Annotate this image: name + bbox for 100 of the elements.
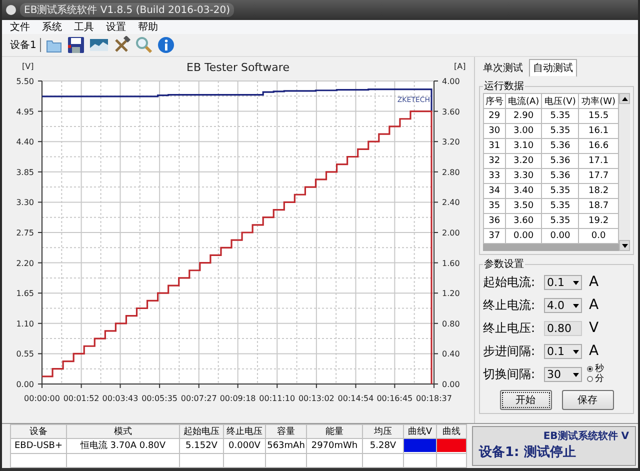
y-tick-label: 2.20 (16, 258, 34, 268)
tab[interactable]: 单次测试 (479, 59, 527, 77)
y-axis-label: [V] (22, 62, 34, 71)
x-tick-label: 00:05:35 (142, 394, 178, 403)
y-tick-label: 3.85 (16, 168, 34, 177)
table-cell: 34 (484, 184, 506, 198)
save-icon[interactable] (67, 36, 86, 54)
y2-tick-label: 2.80 (442, 168, 460, 177)
y2-tick-label: 2.40 (442, 198, 460, 208)
y2-tick-label: 0.00 (442, 380, 460, 389)
y2-tick-label: 4.00 (442, 77, 460, 86)
menu-item[interactable]: 文件 (10, 20, 30, 34)
menu-item[interactable]: 帮助 (138, 20, 158, 34)
table-cell: 29 (484, 108, 506, 124)
dropdown[interactable]: 0.1 (544, 274, 582, 290)
table-cell: 33 (484, 168, 506, 184)
table-cell: 37 (484, 228, 506, 244)
caret-icon (573, 280, 579, 284)
table-cell: 5.36 (542, 168, 579, 184)
table-cell: 5.152V (180, 438, 224, 453)
table-cell: 2970mWh (306, 438, 362, 453)
app-icon (6, 5, 16, 15)
column-header: 曲线V (404, 424, 436, 438)
y2-axis-label: [A] (454, 62, 466, 71)
start-button[interactable]: 开始 (500, 390, 552, 410)
table-cell: 3.60 (505, 214, 542, 228)
caret-icon (573, 372, 579, 376)
status-app-name: EB测试系统软件 V (543, 430, 629, 443)
table-cell: EBD-USB+ (10, 438, 66, 453)
column-header: 终止电压 (224, 424, 266, 438)
y-tick-label: 3.30 (16, 198, 34, 208)
unit-label: A (589, 274, 599, 290)
table-cell: 3.00 (505, 124, 542, 138)
unit-label: A (589, 297, 599, 313)
table-cell: 31 (484, 138, 506, 154)
table-cell: 5.35 (542, 214, 579, 228)
unit-label: A (589, 343, 599, 359)
field-label: 步进间隔: (483, 342, 536, 360)
y2-tick-label: 0.80 (442, 319, 460, 328)
y2-tick-label: 0.40 (442, 350, 460, 359)
x-tick-label: 00:03:43 (102, 394, 138, 403)
table-cell: 3.30 (505, 168, 542, 184)
caret-icon (573, 350, 579, 354)
x-tick-label: 00:14:54 (338, 394, 374, 403)
y-tick-label: 4.40 (16, 138, 34, 147)
table-cell: 2.90 (505, 108, 542, 124)
caret-icon (573, 304, 579, 308)
column-header: 电流(A) (505, 94, 542, 108)
table-cell: 35 (484, 198, 506, 214)
table-cell: 5.36 (542, 138, 579, 154)
menu-item[interactable]: 工具 (74, 20, 94, 34)
chart-title: EB Tester Software (186, 61, 290, 74)
column-header: 序号 (484, 94, 506, 108)
column-header: 模式 (66, 424, 180, 438)
table-cell: 32 (484, 154, 506, 168)
x-tick-label: 00:13:02 (298, 394, 334, 403)
menu-item[interactable]: 设置 (106, 20, 126, 34)
x-tick-label: 00:01:52 (63, 394, 100, 403)
radio-button[interactable] (587, 376, 593, 382)
y2-tick-label: 1.60 (442, 258, 460, 268)
save-button[interactable]: 保存 (562, 390, 614, 410)
field-label: 终止电流: (483, 296, 536, 314)
column-header: 曲线 (436, 424, 466, 438)
column-header: 能量 (306, 424, 362, 438)
y2-tick-label: 3.20 (442, 138, 460, 147)
menu-item[interactable]: 系统 (42, 20, 62, 34)
dropdown[interactable]: 4.0 (544, 298, 582, 312)
table-cell: 5.35 (542, 184, 579, 198)
tools-icon[interactable] (113, 36, 132, 54)
column-header: 电压(V) (542, 94, 579, 108)
y-tick-label: 4.95 (16, 107, 34, 116)
scroll-up-icon[interactable] (619, 93, 630, 104)
y2-tick-label: 3.60 (442, 107, 460, 116)
dropdown[interactable]: 0.1 (544, 344, 582, 358)
y-tick-label: 5.50 (16, 77, 34, 86)
x-tick-label: 00:00:00 (24, 394, 60, 403)
input-field[interactable]: 0.80 (544, 320, 582, 336)
radio-label: 秒 (595, 364, 604, 374)
info-icon[interactable] (157, 36, 176, 54)
unit-label: V (589, 320, 599, 336)
scrollbar[interactable] (619, 93, 630, 251)
column-header: 功率(W) (578, 94, 618, 108)
tab[interactable]: 自动测试 (529, 59, 577, 77)
x-tick-label: 00:16:45 (376, 394, 413, 403)
status-message: 设备1: 测试停止 (479, 444, 576, 461)
device-label: 设备1 (10, 39, 36, 52)
table-cell: 5.35 (542, 108, 579, 124)
group-title: 参数设置 (483, 258, 525, 271)
scroll-down-icon[interactable] (619, 240, 630, 251)
table-cell: 0.00 (542, 228, 579, 244)
chart-image-icon[interactable] (89, 36, 110, 54)
radio-button[interactable] (587, 366, 593, 372)
table-cell: 3.20 (505, 154, 542, 168)
group-title: 运行数据 (483, 80, 525, 93)
y-tick-label: 1.10 (16, 319, 34, 328)
dropdown[interactable]: 30 (544, 366, 582, 382)
table-cell: 0.000V (224, 438, 266, 453)
table-cell: 3.10 (505, 138, 542, 154)
table-cell: 5.36 (542, 154, 579, 168)
table-cell: 恒电流 3.70A 0.80V (66, 438, 180, 453)
